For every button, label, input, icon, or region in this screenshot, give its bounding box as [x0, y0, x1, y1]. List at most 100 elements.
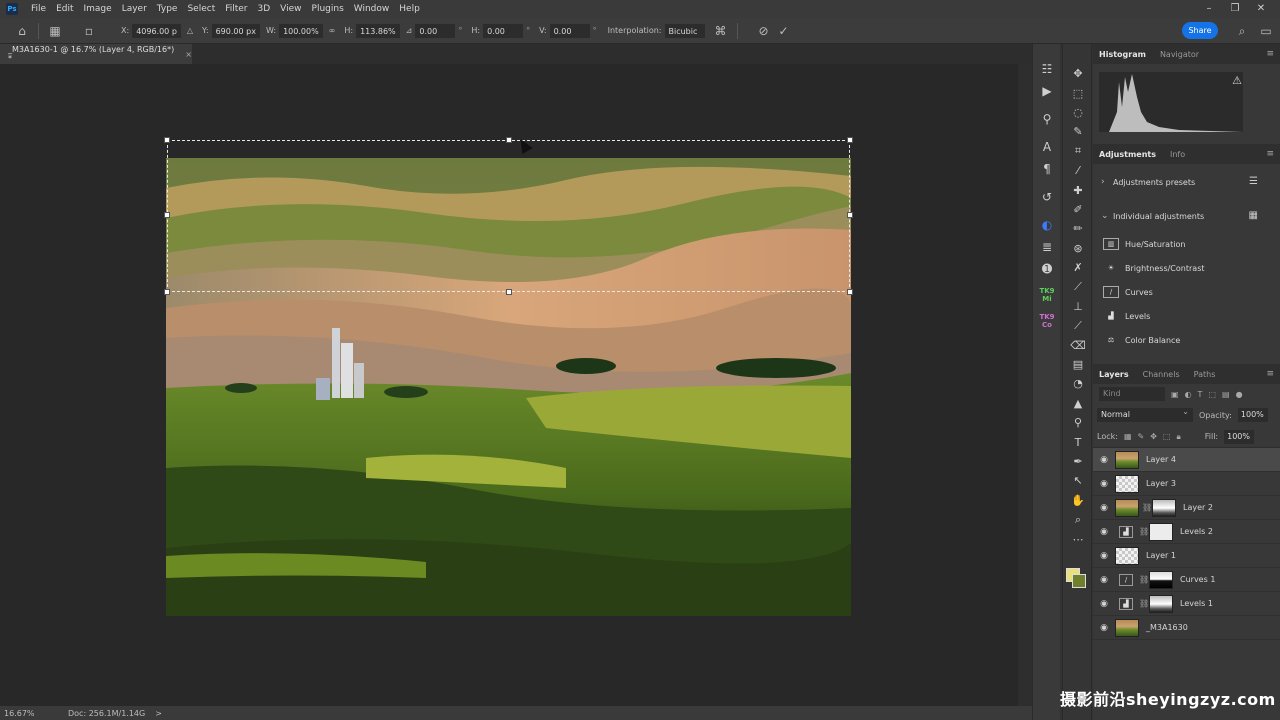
layer-name[interactable]: _M3A1630 [1146, 623, 1188, 632]
dodge-tool-icon[interactable]: ◔ [1063, 374, 1093, 393]
share-button[interactable]: Share [1182, 22, 1218, 39]
tab-info[interactable]: Info [1170, 150, 1185, 159]
menu-window[interactable]: Window [349, 0, 395, 18]
angle-input[interactable]: 0.00 [415, 23, 456, 38]
visibility-eye-icon[interactable]: ◉ [1093, 503, 1115, 513]
menu-type[interactable]: Type [152, 0, 183, 18]
type-tool-icon[interactable]: T [1063, 432, 1093, 451]
search-icon[interactable]: ⌕ [1232, 21, 1252, 41]
eraser-tool-icon[interactable]: ⌫ [1063, 335, 1093, 354]
w-input[interactable]: 100.00% [279, 23, 323, 38]
paragraph-icon[interactable]: ¶ [1033, 158, 1061, 180]
layer-row[interactable]: ◉ _M3A1630 [1093, 616, 1280, 640]
tab-layers[interactable]: Layers [1099, 370, 1129, 379]
transform-handle-tr[interactable] [847, 137, 853, 143]
eyedropper-tool-icon[interactable]: ⁄ [1063, 161, 1093, 180]
layer-mask-thumbnail[interactable] [1149, 522, 1173, 541]
transform-handle-tl[interactable] [164, 137, 170, 143]
path-select-tool-icon[interactable]: ↖ [1063, 471, 1093, 490]
adjustments-presets-row[interactable]: › Adjustments presets ☰ [1093, 170, 1280, 194]
visibility-eye-icon[interactable]: ◉ [1093, 599, 1115, 609]
cache-warning-icon[interactable]: ⚠ [1232, 74, 1242, 87]
reference-point-icon[interactable]: ▦ [45, 21, 65, 41]
individual-adjustments-row[interactable]: ⌄ Individual adjustments ▦ [1093, 204, 1280, 228]
adj-curves[interactable]: ∕ Curves [1093, 280, 1280, 304]
vertical-scrollbar[interactable] [1018, 64, 1032, 706]
clone-tool-icon[interactable]: ⊥ [1063, 297, 1093, 316]
tk9-co-icon[interactable]: TK9 Co [1033, 310, 1061, 332]
transform-handle-tc[interactable] [506, 137, 512, 143]
panel-menu-icon[interactable]: ≡ [1266, 149, 1274, 159]
workspace-icon[interactable]: ▭ [1256, 21, 1276, 41]
libraries-icon[interactable]: ⚲ [1033, 108, 1061, 130]
layer-name[interactable]: Layer 4 [1146, 455, 1176, 464]
lasso-tool-icon[interactable]: ◌ [1063, 103, 1093, 122]
canvas-area[interactable] [0, 64, 1032, 706]
transform-handle-ml[interactable] [164, 212, 170, 218]
tab-paths[interactable]: Paths [1194, 370, 1216, 379]
hand-tool-icon[interactable]: ✋ [1063, 491, 1093, 510]
layer-kind-filter[interactable]: Kind [1099, 387, 1165, 401]
layer-mask-thumbnail[interactable] [1149, 594, 1173, 613]
reference-grid-icon[interactable]: ▫ [79, 21, 99, 41]
warp-icon[interactable]: ⌘ [711, 21, 731, 41]
commit-transform-icon[interactable]: ✓ [774, 21, 794, 41]
blend-mode-select[interactable]: Normal [1097, 407, 1193, 422]
history-brush-tool-icon[interactable]: ✗ [1063, 258, 1093, 277]
visibility-eye-icon[interactable]: ◉ [1093, 527, 1115, 537]
crop-tool-icon[interactable]: ⌗ [1063, 142, 1093, 161]
status-menu-arrow[interactable]: > [155, 709, 162, 718]
background-color-swatch[interactable] [1072, 574, 1086, 588]
layer-name[interactable]: Layer 1 [1146, 551, 1176, 560]
menu-select[interactable]: Select [182, 0, 220, 18]
history-icon[interactable]: ↺ [1033, 186, 1061, 208]
menu-view[interactable]: View [275, 0, 306, 18]
lock-transparency-icon[interactable]: ▦ [1124, 432, 1132, 441]
filter-shape-icon[interactable]: ⬚ [1208, 390, 1216, 399]
tab-channels[interactable]: Channels [1143, 370, 1180, 379]
transform-handle-mr[interactable] [847, 212, 853, 218]
lock-pixels-icon[interactable]: ✎ [1138, 432, 1145, 441]
delta-icon[interactable]: △ [187, 26, 193, 35]
restore-icon[interactable]: ❐ [1222, 0, 1248, 18]
zoom-tool-icon[interactable]: ⌕ [1063, 510, 1093, 529]
marquee-tool-icon[interactable]: ⬚ [1063, 83, 1093, 102]
menu-plugins[interactable]: Plugins [307, 0, 349, 18]
layer-mask-thumbnail[interactable] [1152, 498, 1176, 517]
adj-hue-saturation[interactable]: ▥ Hue/Saturation [1093, 232, 1280, 256]
x-input[interactable]: 4096.00 p [132, 23, 181, 38]
brush-alt-tool-icon[interactable]: ✏ [1063, 219, 1093, 238]
tab-histogram[interactable]: Histogram [1099, 50, 1146, 59]
transform-bounding-box[interactable] [164, 137, 853, 295]
plugin-blue-icon[interactable]: ◐ [1033, 214, 1061, 236]
more-tools-icon[interactable]: ⋯ [1063, 529, 1093, 548]
layer-row[interactable]: ◉ ⛓ Layer 2 [1093, 496, 1280, 520]
filter-smart-icon[interactable]: ▤ [1222, 390, 1230, 399]
burn-tool-icon[interactable]: ⚲ [1063, 413, 1093, 432]
tab-adjustments[interactable]: Adjustments [1099, 150, 1156, 159]
minimize-icon[interactable]: – [1196, 0, 1222, 18]
cancel-transform-icon[interactable]: ⊘ [754, 21, 774, 41]
sharpen-tool-icon[interactable]: ▲ [1063, 394, 1093, 413]
adj-color-balance[interactable]: ⚖ Color Balance [1093, 328, 1280, 352]
layer-row[interactable]: ◉ ▟ ⛓ Levels 2 [1093, 520, 1280, 544]
learn-icon[interactable]: ☷ [1033, 58, 1061, 80]
layer-row[interactable]: ◉ Layer 3 [1093, 472, 1280, 496]
adj-levels[interactable]: ▟ Levels [1093, 304, 1280, 328]
character-icon[interactable]: A [1033, 136, 1061, 158]
panel-menu-icon[interactable]: ≡ [1266, 369, 1274, 379]
menu-help[interactable]: Help [394, 0, 425, 18]
lock-position-icon[interactable]: ✥ [1150, 432, 1157, 441]
adj-brightness-contrast[interactable]: ☀ Brightness/Contrast [1093, 256, 1280, 280]
close-tab-icon[interactable]: × [185, 50, 192, 59]
h-skew-input[interactable]: 0.00 [483, 23, 524, 38]
layer-mask-thumbnail[interactable] [1149, 570, 1173, 589]
brush-tool-icon[interactable]: ✐ [1063, 200, 1093, 219]
layer-row[interactable]: ◉ Layer 1 [1093, 544, 1280, 568]
layer-row[interactable]: ◉ ▟ ⛓ Levels 1 [1093, 592, 1280, 616]
smudge-tool-icon[interactable]: ⟋ [1063, 316, 1093, 335]
lock-artboard-icon[interactable]: ⬚ [1163, 432, 1171, 441]
link-icon[interactable]: ∞ [329, 26, 336, 35]
zoom-level[interactable]: 16.67% [0, 709, 60, 718]
layer-name[interactable]: Levels 1 [1180, 599, 1213, 608]
